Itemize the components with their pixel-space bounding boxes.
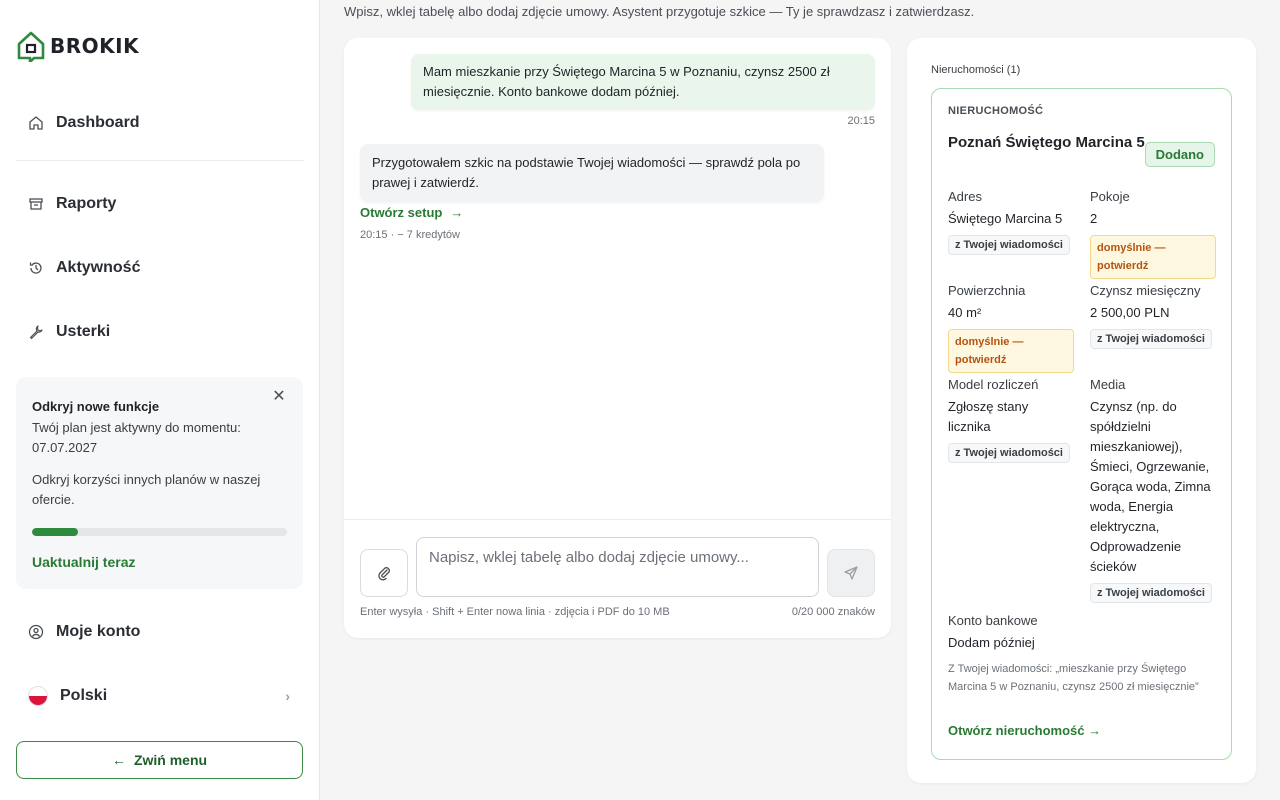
nav-dashboard-label: Dashboard	[56, 114, 140, 131]
field-area-value: 40 m²	[948, 305, 982, 320]
nav-account-label: Moje konto	[56, 623, 141, 640]
language-label: Polski	[60, 687, 108, 704]
plan-progress-bar	[32, 528, 287, 536]
field-rent-name: Czynsz miesięczny	[1090, 283, 1201, 298]
field-media-value: Czynsz (np. do spółdzielni mieszkaniowej…	[1090, 399, 1211, 574]
field-media: Media Czynsz (np. do spółdzielni mieszka…	[1090, 375, 1216, 603]
chat-panel: Mam mieszkanie przy Świętego Marcina 5 w…	[344, 38, 891, 638]
field-bank-name: Konto bankowe	[948, 613, 1038, 628]
field-rooms-value: 2	[1090, 211, 1098, 226]
history-icon	[29, 262, 42, 274]
field-rent-value: 2 500,00 PLN	[1090, 305, 1170, 320]
field-address: Adres Świętego Marcina 5 z Twojej wiadom…	[948, 187, 1074, 255]
source-tag: z Twojej wiadomości	[1090, 583, 1212, 603]
property-card-label: NIERUCHOMOŚĆ	[948, 105, 1044, 117]
field-billing: Model rozliczeń Zgłoszę stany licznika z…	[948, 375, 1074, 463]
nav-account[interactable]: Moje konto	[28, 623, 140, 641]
nav-divider	[16, 160, 304, 161]
promo-text: Twój plan jest aktywny do momentu: 07.07…	[32, 420, 241, 455]
promo-text-secondary: Odkryj korzyści innych planów w naszej o…	[32, 472, 261, 507]
status-badge: Dodano	[1144, 142, 1215, 167]
language-selector[interactable]: Polski ›	[28, 686, 290, 706]
house-logo-icon	[17, 31, 45, 62]
default-tag: domyślnie — potwierdź	[1090, 235, 1216, 279]
user-message: Mam mieszkanie przy Świętego Marcina 5 w…	[411, 54, 875, 110]
chevron-right-icon: ›	[285, 688, 290, 704]
properties-heading: Nieruchomości (1)	[931, 64, 1021, 76]
attach-button[interactable]	[360, 549, 408, 597]
collapse-menu-label: Zwiń menu	[133, 752, 208, 768]
source-tag: z Twojej wiadomości	[948, 235, 1070, 255]
page-hint: Wpisz, wklej tabelę albo dodaj zdjęcie u…	[344, 4, 975, 19]
nav-activity-label: Aktywność	[56, 259, 141, 276]
nav-reports-label: Raporty	[56, 195, 117, 212]
home-icon	[29, 116, 43, 130]
composer-help: Enter wysyła · Shift + Enter nowa linia …	[360, 606, 670, 618]
assistant-message-meta: 20:15 · − 7 kredytów	[360, 229, 460, 241]
character-count: 0/20 000 znaków	[791, 606, 875, 618]
send-icon	[844, 566, 858, 580]
user-message-time: 20:15	[847, 115, 875, 127]
composer: Enter wysyła · Shift + Enter nowa linia …	[344, 519, 891, 638]
message-input[interactable]	[416, 537, 819, 597]
field-billing-value: Zgłoszę stany licznika	[948, 399, 1029, 434]
field-address-name: Adres	[948, 189, 982, 204]
promo-title: Odkryj nowe funkcje	[32, 399, 160, 414]
open-setup-label: Otwórz setup	[360, 205, 443, 220]
field-address-value: Świętego Marcina 5	[948, 211, 1063, 226]
field-rooms-name: Pokoje	[1090, 189, 1130, 204]
close-icon[interactable]: ✕	[271, 389, 287, 405]
field-rent: Czynsz miesięczny 2 500,00 PLN z Twojej …	[1090, 281, 1216, 349]
brand-logo[interactable]: BROKIK	[16, 30, 139, 62]
poland-flag-icon	[28, 686, 48, 706]
default-tag: domyślnie — potwierdź	[948, 329, 1074, 373]
source-quote: Z Twojej wiadomości: „mieszkanie przy Św…	[948, 663, 1199, 693]
open-property-link[interactable]: Otwórz nieruchomość →	[948, 723, 1101, 738]
send-button[interactable]	[827, 549, 875, 597]
promo-card: ✕ Odkryj nowe funkcje Twój plan jest akt…	[16, 377, 303, 589]
nav-dashboard[interactable]: Dashboard	[28, 114, 140, 132]
nav-issues-label: Usterki	[56, 323, 111, 340]
field-rooms: Pokoje 2 domyślnie — potwierdź	[1090, 187, 1216, 279]
nav-reports[interactable]: Raporty	[28, 195, 116, 213]
plan-progress-fill	[32, 528, 78, 536]
user-circle-icon	[28, 624, 44, 640]
field-billing-name: Model rozliczeń	[948, 377, 1039, 392]
field-area: Powierzchnia 40 m² domyślnie — potwierdź	[948, 281, 1074, 373]
source-tag: z Twojej wiadomości	[948, 443, 1070, 463]
field-bank-value: Dodam później	[948, 635, 1035, 650]
nav-activity[interactable]: Aktywność	[28, 259, 140, 277]
properties-panel: Nieruchomości (1) NIERUCHOMOŚĆ Poznań Św…	[907, 38, 1256, 783]
property-title: Poznań Świętego Marcina 5	[948, 134, 1145, 151]
brand-name: BROKIK	[50, 34, 140, 58]
assistant-message: Przygotowałem szkic na podstawie Twojej …	[360, 144, 824, 202]
collapse-menu-button[interactable]: ← Zwiń menu	[16, 741, 303, 779]
field-bank: Konto bankowe Dodam później	[948, 611, 1208, 653]
source-tag: z Twojej wiadomości	[1090, 329, 1212, 349]
wrench-icon	[29, 325, 43, 340]
arrow-right-icon: →	[450, 205, 464, 220]
sidebar: BROKIK Dashboard Raporty Aktywność Uster…	[0, 0, 320, 800]
field-area-name: Powierzchnia	[948, 283, 1026, 298]
open-setup-link[interactable]: Otwórz setup →	[360, 205, 463, 220]
property-card: NIERUCHOMOŚĆ Poznań Świętego Marcina 5 D…	[931, 88, 1232, 760]
archive-icon	[29, 198, 43, 210]
upgrade-link[interactable]: Uaktualnij teraz	[32, 554, 135, 570]
arrow-left-icon: ←	[111, 752, 126, 768]
field-media-name: Media	[1090, 377, 1126, 392]
paperclip-icon	[378, 567, 390, 581]
nav-issues[interactable]: Usterki	[28, 323, 110, 341]
